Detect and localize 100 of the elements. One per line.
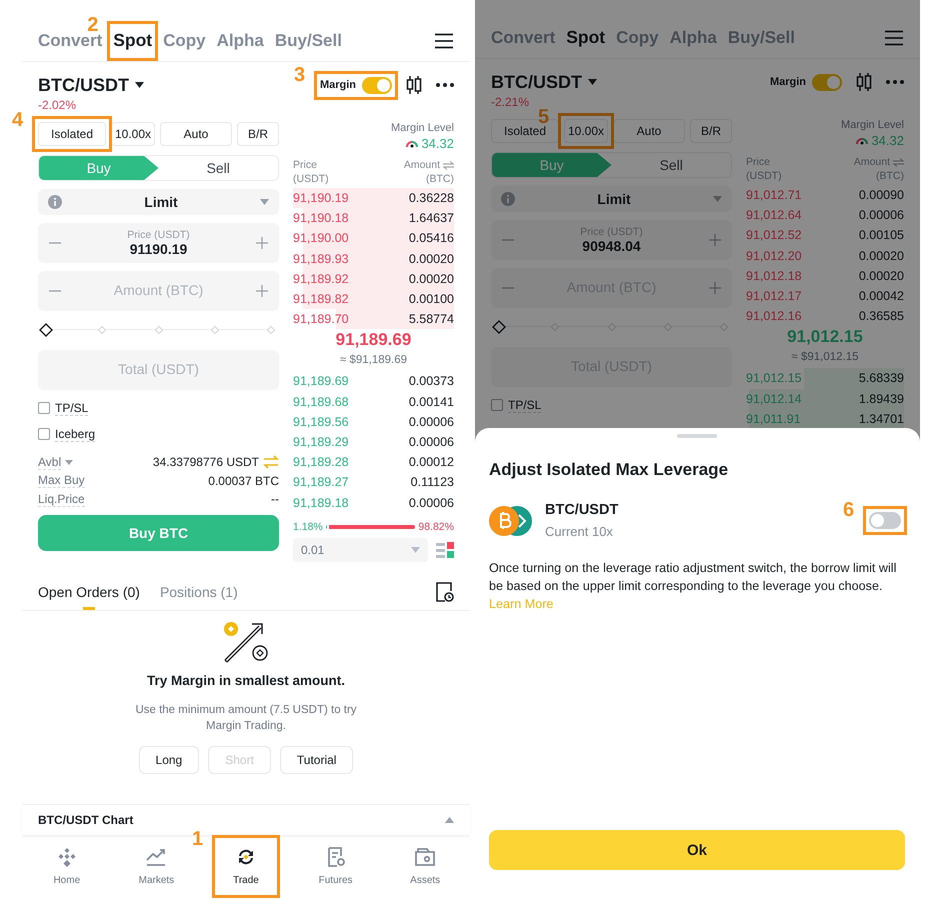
sheet-description: Once turning on the leverage ratio adjustment switch, the borrow limit will be based on the upper limit corresponding to the leverage you choose. Learn More bbox=[489, 560, 898, 613]
caret-up-icon[interactable] bbox=[445, 816, 454, 823]
order-price: 91,189.68 bbox=[293, 394, 349, 409]
gauge-icon bbox=[856, 136, 868, 145]
swap-icon[interactable] bbox=[893, 158, 904, 166]
plus-icon[interactable] bbox=[708, 233, 722, 247]
tick-mark bbox=[267, 326, 275, 334]
buy-ratio: 1.18% bbox=[293, 520, 323, 533]
gauge-icon bbox=[406, 139, 418, 148]
action-button[interactable]: Tutorial bbox=[280, 746, 354, 774]
order-amount: 0.00100 bbox=[408, 292, 454, 306]
more-icon[interactable] bbox=[436, 83, 454, 87]
order-price: 91,190.18 bbox=[293, 211, 349, 226]
price-input[interactable]: 91190.19 bbox=[68, 241, 249, 257]
order-amount: 0.00006 bbox=[408, 414, 454, 429]
order-price: 91,012.52 bbox=[746, 228, 802, 242]
step-select[interactable]: 0.01 bbox=[293, 538, 428, 562]
checkbox[interactable] bbox=[38, 428, 50, 440]
candlestick-icon[interactable] bbox=[406, 75, 422, 95]
menu-icon[interactable] bbox=[434, 32, 454, 48]
order-amount: 5.58774 bbox=[408, 312, 454, 326]
tick-mark bbox=[154, 326, 162, 334]
nav-item[interactable]: Home bbox=[38, 840, 95, 892]
toggle-switch[interactable] bbox=[812, 74, 842, 90]
step-number: 2 bbox=[87, 14, 98, 34]
side-tab[interactable]: Sell bbox=[612, 153, 731, 177]
price-field[interactable]: Price (USDT) 91190.19 bbox=[38, 223, 279, 263]
history-icon[interactable] bbox=[436, 582, 454, 602]
nav-item[interactable]: Markets bbox=[128, 840, 184, 892]
amount-input[interactable]: Amount (BTC) bbox=[68, 282, 249, 300]
tab[interactable]: Alpha bbox=[216, 26, 264, 54]
chart-title: BTC/USDT Chart bbox=[38, 812, 134, 827]
margin-promo-icon bbox=[223, 620, 269, 663]
mode-button[interactable]: 10.00x bbox=[564, 119, 608, 143]
mode-button[interactable]: Isolated bbox=[38, 122, 106, 146]
order-price: 91,189.28 bbox=[293, 455, 349, 470]
tab[interactable]: Copy bbox=[163, 26, 206, 54]
tab[interactable]: Positions (1) bbox=[160, 574, 238, 610]
order-type-select[interactable]: Limit bbox=[38, 189, 279, 215]
checkbox[interactable] bbox=[38, 402, 50, 414]
toggle-switch[interactable] bbox=[869, 512, 901, 529]
column-header: Price bbox=[746, 155, 771, 169]
order-price: 91,011.91 bbox=[746, 412, 801, 426]
order-price: 91,189.93 bbox=[293, 252, 349, 266]
mode-button[interactable]: B/R bbox=[690, 119, 732, 143]
price-input[interactable]: 90948.04 bbox=[521, 238, 702, 254]
side-tab[interactable]: Sell bbox=[158, 156, 278, 180]
action-button[interactable]: Long bbox=[138, 746, 200, 774]
total-input[interactable]: Total (USDT) bbox=[48, 361, 269, 379]
toggle-switch[interactable] bbox=[362, 76, 392, 94]
tab[interactable]: Spot bbox=[566, 24, 606, 52]
transfer-icon[interactable] bbox=[263, 455, 279, 470]
mode-button[interactable]: Auto bbox=[613, 119, 685, 143]
slider-thumb[interactable] bbox=[39, 323, 53, 337]
tab[interactable]: Buy/Sell bbox=[274, 26, 342, 54]
mode-button[interactable]: 10.00x bbox=[111, 122, 155, 146]
info-label: Max Buy bbox=[38, 473, 85, 488]
swap-icon[interactable] bbox=[443, 160, 454, 170]
field-label: Price (USDT) bbox=[127, 229, 190, 241]
margin-level-label: Margin Level bbox=[390, 122, 454, 134]
usd-price: ≈ $91,189.69 bbox=[338, 353, 408, 368]
order-type-select[interactable]: Limit bbox=[491, 186, 732, 212]
order-price: 91,012.20 bbox=[746, 248, 802, 263]
total-field[interactable]: Total (USDT) bbox=[38, 350, 279, 390]
mode-button[interactable]: Auto bbox=[160, 122, 232, 146]
caret-down-icon bbox=[713, 196, 722, 202]
order-amount: 1.34701 bbox=[858, 412, 904, 426]
order-amount: 1.89439 bbox=[858, 392, 904, 406]
plus-icon[interactable] bbox=[255, 236, 269, 250]
order-price: 91,189.69 bbox=[293, 374, 349, 388]
checkbox[interactable] bbox=[491, 399, 503, 411]
pair-selector[interactable]: BTC/USDT bbox=[38, 74, 144, 96]
info-label: Liq.Price bbox=[38, 492, 85, 507]
plus-icon[interactable] bbox=[255, 284, 269, 298]
order-price: 91,189.27 bbox=[293, 475, 349, 490]
amount-field[interactable]: Amount (BTC) bbox=[38, 271, 279, 311]
tick-mark bbox=[98, 326, 106, 334]
order-price: 91,012.17 bbox=[746, 289, 802, 304]
column-header: Price bbox=[293, 158, 318, 172]
mode-button[interactable]: B/R bbox=[237, 122, 279, 146]
ok-button[interactable]: Ok bbox=[489, 830, 905, 870]
tab[interactable]: Open Orders (0) bbox=[38, 574, 140, 610]
order-amount: 0.00006 bbox=[858, 208, 904, 222]
nav-item[interactable]: Assets bbox=[397, 840, 454, 892]
order-amount: 0.00141 bbox=[408, 394, 454, 409]
order-amount: 0.00042 bbox=[858, 289, 904, 304]
info-icon bbox=[501, 192, 515, 206]
slider-thumb[interactable] bbox=[492, 320, 506, 334]
column-unit: (BTC) bbox=[876, 169, 904, 183]
pair-selector[interactable]: BTC/USDT bbox=[491, 71, 597, 93]
plus-icon[interactable] bbox=[708, 281, 722, 295]
tab[interactable]: Spot bbox=[113, 26, 152, 54]
last-price: 91,189.69 bbox=[334, 329, 412, 352]
order-price: 91,012.64 bbox=[746, 208, 802, 222]
nav-item[interactable]: Futures bbox=[308, 840, 364, 892]
nav-item[interactable]: Trade bbox=[218, 840, 274, 892]
sheet-title: Adjust Isolated Max Leverage bbox=[489, 460, 730, 480]
order-amount: 0.36585 bbox=[858, 309, 904, 324]
book-layout-icon[interactable] bbox=[436, 540, 454, 559]
empty-text: Use the minimum amount (7.5 USDT) to try Margin Trading. bbox=[134, 702, 358, 734]
